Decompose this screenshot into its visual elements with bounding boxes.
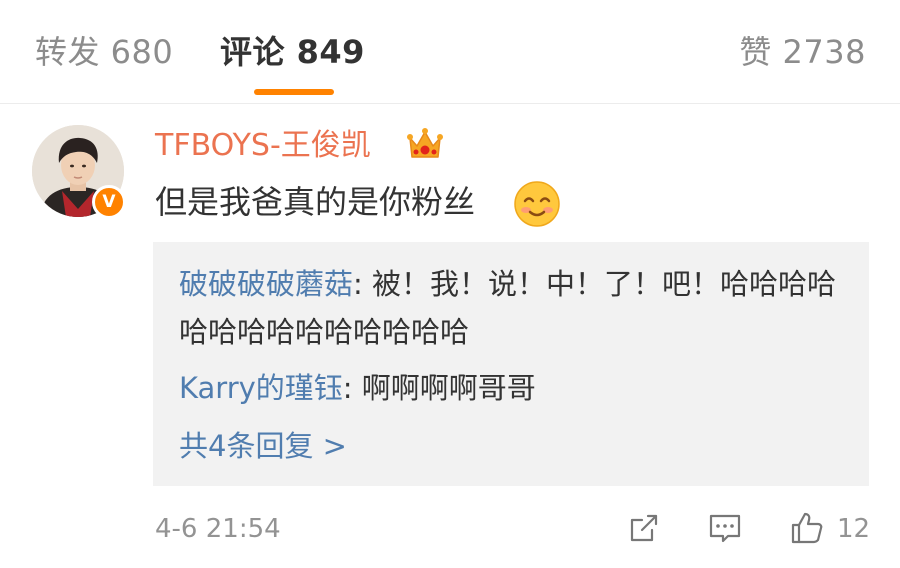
comment-timestamp: 4-6 21:54 <box>155 514 281 544</box>
tab-bar: 转发 680 评论 849 赞 2738 <box>0 0 900 104</box>
reply-separator: : <box>353 267 373 301</box>
reply-separator: : <box>342 371 362 405</box>
comment-username[interactable]: TFBOYS-王俊凯 <box>155 126 371 166</box>
tab-repost[interactable]: 转发 680 <box>35 30 173 74</box>
reply-text: 啊啊啊啊哥哥 <box>361 371 536 405</box>
share-icon[interactable] <box>626 510 662 546</box>
active-tab-indicator <box>254 89 334 95</box>
reply-item: 破破破破蘑菇: 被！我！说！中！了！吧！哈哈哈哈哈哈哈哈哈哈哈哈哈哈 <box>179 260 851 356</box>
reply-username[interactable]: 破破破破蘑菇 <box>179 267 353 301</box>
comment-text: 但是我爸真的是你粉丝 <box>155 183 476 221</box>
like-icon[interactable] <box>789 510 825 546</box>
tab-likes[interactable]: 赞 2738 <box>739 30 866 74</box>
tab-comments[interactable]: 评论 849 <box>220 30 365 74</box>
smile-emoji-icon <box>514 181 560 227</box>
comment-icon[interactable] <box>707 510 743 546</box>
reply-username[interactable]: Karry的瑾钰 <box>179 371 343 405</box>
reply-item: Karry的瑾钰: 啊啊啊啊哥哥 <box>179 364 851 412</box>
replies-box[interactable]: 破破破破蘑菇: 被！我！说！中！了！吧！哈哈哈哈哈哈哈哈哈哈哈哈哈哈 Karry… <box>153 242 869 486</box>
more-replies-link[interactable]: 共4条回复 > <box>179 424 347 468</box>
like-count: 12 <box>837 514 871 544</box>
crown-icon <box>407 128 443 158</box>
verified-badge: V <box>92 185 126 219</box>
